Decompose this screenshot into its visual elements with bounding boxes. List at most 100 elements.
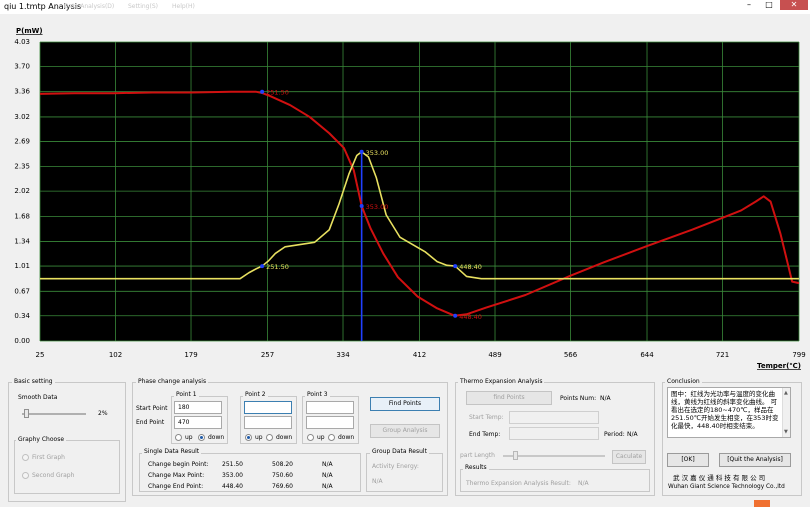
menu-help[interactable]: Help(H): [172, 3, 195, 10]
annotation-point: [453, 264, 458, 269]
y-tick-label: 0.34: [14, 312, 30, 320]
point3-start-input[interactable]: [306, 401, 354, 414]
x-tick-label: 799: [792, 351, 805, 359]
thermo-result-value: N/A: [578, 480, 589, 487]
annotation-label: 251.50: [266, 263, 289, 271]
end-temp-input[interactable]: [509, 427, 599, 440]
x-tick-label: 102: [109, 351, 122, 359]
point1-end-input[interactable]: 470: [174, 416, 222, 429]
change-end-label: Change End Point:: [148, 483, 204, 490]
points-num-label: Points Num:: [560, 395, 597, 402]
x-tick-label: 412: [413, 351, 426, 359]
part-length-slider[interactable]: [503, 455, 605, 457]
change-max-v1: 353.00: [222, 472, 243, 479]
point1-down-label: down: [208, 434, 225, 441]
annotation-point: [260, 264, 265, 269]
y-tick-label: 1.34: [14, 238, 30, 246]
company-name-cn: 武 汉 嘉 仪 通 科 技 有 限 公 司: [673, 474, 766, 482]
start-temp-label: Start Temp:: [469, 414, 504, 421]
find-points-button[interactable]: Find Points: [370, 397, 440, 411]
ok-button[interactable]: [OK]: [667, 453, 709, 467]
point1-start-input[interactable]: 180: [174, 401, 222, 414]
x-tick-label: 644: [640, 351, 654, 359]
points-num-value: N/A: [600, 395, 611, 402]
point2-end-input[interactable]: [244, 416, 292, 429]
annotation-point: [359, 149, 364, 154]
start-temp-input[interactable]: [509, 411, 599, 424]
point3-down-label: down: [338, 434, 355, 441]
second-graph-radio[interactable]: [22, 472, 29, 479]
calculate-button[interactable]: Caculate: [612, 450, 646, 464]
change-end-v2: 769.60: [272, 483, 293, 490]
smooth-slider-thumb[interactable]: [24, 409, 30, 418]
x-tick-label: 179: [184, 351, 197, 359]
single-data-result-title: Single Data Result: [142, 448, 202, 455]
end-point-label: End Point: [136, 419, 165, 426]
point3-up-radio[interactable]: [307, 434, 314, 441]
point3-title: Point 3: [305, 391, 330, 398]
y-tick-label: 3.02: [14, 113, 30, 121]
basic-setting-title: Basic setting: [12, 378, 55, 385]
conclusion-text: 图中：红线为光功率与温度的变化曲线，黄线为红线的斜率变化曲线。 可看出在选定的1…: [671, 390, 779, 430]
point1-up-radio[interactable]: [175, 434, 182, 441]
close-button[interactable]: ✕: [780, 0, 808, 10]
end-temp-label: End Temp:: [469, 431, 501, 438]
y-tick-label: 1.68: [14, 212, 30, 220]
annotation-label: 353.00: [366, 203, 389, 211]
activity-energy-value: N/A: [372, 478, 383, 485]
point2-down-radio[interactable]: [266, 434, 273, 441]
watermark-logo: [754, 500, 770, 507]
change-end-v3: N/A: [322, 483, 333, 490]
first-graph-radio[interactable]: [22, 454, 29, 461]
change-max-label: Change Max Point:: [148, 472, 205, 479]
point2-up-radio[interactable]: [245, 434, 252, 441]
start-point-label: Start Point: [136, 405, 168, 412]
point1-down-radio[interactable]: [198, 434, 205, 441]
annotation-point: [359, 203, 364, 208]
x-tick-label: 721: [716, 351, 729, 359]
thermo-result-label: Thermo Expansion Analysis Result:: [466, 480, 571, 487]
annotation-label: 448.40: [459, 313, 482, 321]
conclusion-textbox[interactable]: 图中：红线为光功率与温度的变化曲线，黄线为红线的斜率变化曲线。 可看出在选定的1…: [667, 387, 791, 438]
title-bar: qiu 1.tmtp Analysis Data Analysis(D) Set…: [0, 0, 810, 14]
y-tick-label: 0.00: [14, 337, 30, 345]
graphy-choose-group: [14, 440, 120, 494]
part-length-slider-thumb[interactable]: [513, 451, 518, 460]
graphy-choose-title: Graphy Choose: [16, 436, 67, 443]
scroll-down-icon[interactable]: ▼: [784, 428, 788, 436]
point3-up-label: up: [317, 434, 325, 441]
group-data-result-title: Group Data Result: [370, 448, 429, 455]
change-max-v3: N/A: [322, 472, 333, 479]
y-axis-label: P(mW): [16, 27, 43, 35]
thermo-find-points-button[interactable]: find Points: [466, 391, 552, 405]
menu-data-analysis[interactable]: Data Analysis(D): [64, 3, 114, 10]
point2-start-input[interactable]: [244, 401, 292, 414]
maximize-button[interactable]: □: [760, 0, 778, 10]
conclusion-scrollbar[interactable]: ▲ ▼: [782, 388, 790, 437]
minimize-button[interactable]: –: [740, 0, 758, 10]
menu-setting[interactable]: Setting(S): [128, 3, 158, 10]
smooth-slider[interactable]: [22, 413, 86, 415]
quit-analysis-button[interactable]: [Quit the Analysis]: [719, 453, 791, 467]
y-tick-label: 0.67: [14, 287, 30, 295]
chart-svg: 0.00 0.34 0.67 1.01 1.34 1.68 2.02 2.35 2.69 3.02…: [14, 27, 805, 370]
point1-title: Point 1: [174, 391, 199, 398]
x-tick-label: 25: [36, 351, 45, 359]
change-max-v2: 750.60: [272, 472, 293, 479]
y-tick-label: 1.01: [14, 262, 30, 270]
group-analysis-button[interactable]: Group Analysis: [370, 424, 440, 438]
change-begin-label: Change begin Point:: [148, 461, 209, 468]
second-graph-label: Second Graph: [32, 472, 75, 479]
point2-title: Point 2: [243, 391, 268, 398]
change-end-v1: 448.40: [222, 483, 243, 490]
point3-end-input[interactable]: [306, 416, 354, 429]
smooth-data-label: Smooth Data: [18, 394, 58, 401]
annotation-label: 353.00: [366, 149, 389, 157]
phase-change-title: Phase change analysis: [136, 378, 209, 385]
point3-down-radio[interactable]: [328, 434, 335, 441]
y-tick-label: 2.69: [14, 137, 30, 145]
scroll-up-icon[interactable]: ▲: [784, 389, 788, 397]
group-data-result-group: [366, 453, 443, 492]
x-tick-label: 566: [564, 351, 578, 359]
point2-down-label: down: [276, 434, 293, 441]
